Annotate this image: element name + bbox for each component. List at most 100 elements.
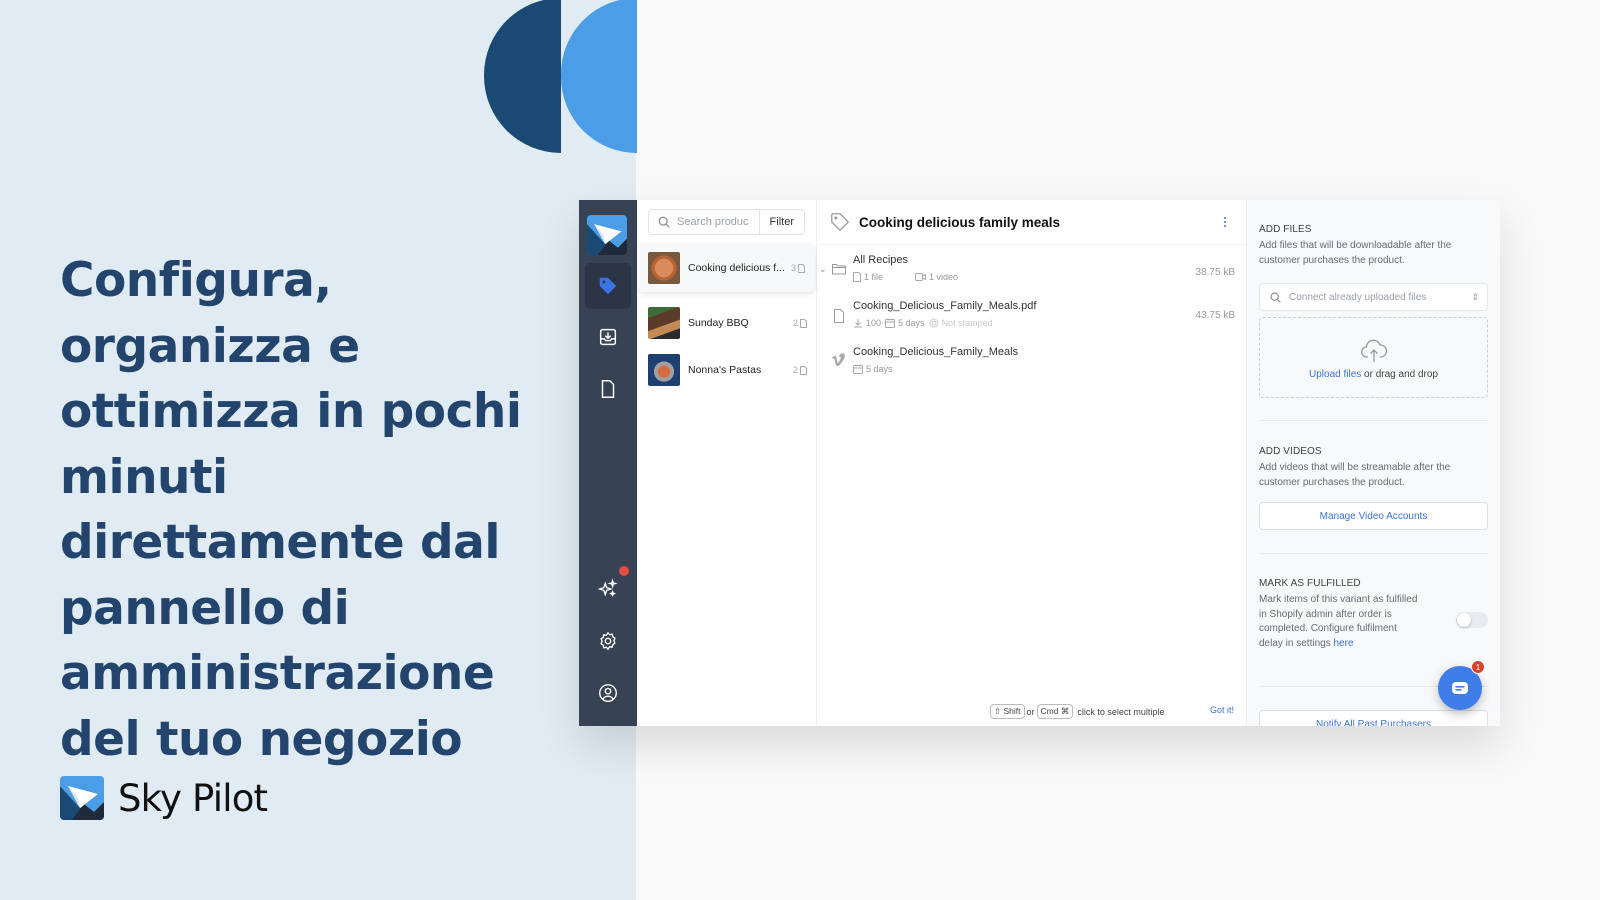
shift-key: ⇧ Shift	[990, 704, 1025, 719]
product-item[interactable]: Cooking delicious f... 3	[637, 244, 815, 292]
brand-name: Sky Pilot	[118, 776, 268, 820]
sparkles-icon	[597, 578, 618, 598]
hint-text: click to select multiple	[1077, 706, 1165, 717]
add-videos-title: ADD VIDEOS	[1259, 446, 1322, 457]
product-thumbnail	[648, 354, 680, 386]
chevron-down-icon[interactable]: ⌄	[819, 264, 827, 275]
notification-dot	[619, 566, 629, 576]
upload-files-link[interactable]: Upload files	[1309, 369, 1361, 380]
mark-fulfilled-toggle[interactable]	[1456, 612, 1488, 628]
product-search[interactable]: Search produc Filter	[648, 209, 805, 235]
product-header: Cooking delicious family meals	[817, 200, 1246, 245]
manage-video-accounts-button[interactable]: Manage Video Accounts	[1259, 502, 1488, 530]
file-row[interactable]: Cooking_Delicious_Family_Meals 5 days	[817, 344, 1247, 380]
product-file-count: 2	[793, 365, 807, 375]
expiry: 5 days	[885, 318, 925, 328]
product-item[interactable]: Sunday BBQ 2	[637, 299, 817, 347]
hint-or: or	[1026, 706, 1035, 717]
file-row[interactable]: Cooking_Delicious_Family_Meals.pdf 100 5…	[817, 298, 1247, 338]
product-list-panel: Search produc Filter Cooking delicious f…	[637, 200, 817, 726]
file-name: Cooking_Delicious_Family_Meals.pdf	[853, 300, 1037, 312]
tag-icon	[599, 277, 617, 295]
product-files-panel: Cooking delicious family meals ⌄ All Rec…	[817, 200, 1247, 726]
divider	[1259, 420, 1488, 421]
download-icon	[854, 319, 862, 328]
file-icon	[601, 380, 615, 398]
cloud-upload-icon	[1360, 339, 1387, 362]
product-title: Cooking delicious family meals	[859, 214, 1061, 230]
user-circle-icon	[599, 684, 617, 702]
brand: Sky Pilot	[60, 776, 268, 820]
product-thumbnail	[648, 252, 680, 284]
search-icon	[1270, 291, 1281, 303]
product-thumbnail	[648, 307, 680, 339]
mark-fulfilled-section: MARK AS FULFILLED Mark items of this var…	[1259, 578, 1419, 651]
gear-icon	[600, 631, 616, 651]
app-nav	[579, 200, 637, 726]
calendar-icon	[885, 318, 896, 328]
video-count: 1 video	[915, 272, 958, 282]
product-item[interactable]: Nonna's Pastas 2	[637, 346, 817, 394]
upload-drag-text: or drag and drop	[1361, 369, 1438, 380]
add-files-section: ADD FILES Add files that will be downloa…	[1259, 224, 1489, 268]
divider	[1259, 553, 1488, 554]
expiry: 5 days	[853, 364, 893, 374]
more-options-icon[interactable]	[1224, 217, 1228, 227]
calendar-icon	[853, 364, 863, 374]
connect-files-placeholder: Connect already uploaded files	[1289, 291, 1427, 303]
dismiss-hint-link[interactable]: Got it!	[1210, 705, 1234, 715]
folder-meta: 1 file 1 video	[853, 272, 958, 282]
upload-text: Upload files or drag and drop	[1309, 369, 1438, 380]
video-meta: 5 days	[853, 364, 893, 374]
settings-panel: ADD FILES Add files that will be downloa…	[1247, 200, 1500, 726]
app-window: Search produc Filter Cooking delicious f…	[579, 200, 1500, 726]
product-file-count: 3	[791, 263, 805, 273]
search-icon	[658, 216, 670, 228]
file-count: 1 file	[853, 272, 883, 282]
file-icon	[798, 263, 805, 273]
nav-item-orders[interactable]	[585, 314, 631, 360]
file-meta: 100 5 days Not stamped	[853, 318, 993, 328]
nav-item-settings[interactable]	[585, 618, 631, 664]
product-name: Cooking delicious f...	[688, 262, 785, 274]
file-icon	[800, 365, 807, 375]
file-icon	[800, 318, 807, 328]
nav-item-account[interactable]	[585, 670, 631, 716]
sky-pilot-logo-icon	[60, 776, 104, 820]
nav-item-products[interactable]	[585, 263, 631, 309]
mark-fulfilled-desc: Mark items of this variant as fulfilled …	[1259, 594, 1418, 649]
file-icon	[834, 309, 844, 323]
file-size: 43.75 kB	[1195, 310, 1235, 321]
file-icon	[853, 272, 861, 282]
product-name: Nonna's Pastas	[688, 364, 762, 376]
filter-button[interactable]: Filter	[758, 210, 804, 234]
nav-item-files[interactable]	[585, 366, 631, 412]
video-icon	[915, 273, 927, 281]
chat-badge: 1	[1471, 660, 1485, 674]
product-name: Sunday BBQ	[688, 317, 749, 329]
fingerprint-icon	[929, 318, 939, 328]
connect-files-select[interactable]: Connect already uploaded files ⇕	[1259, 283, 1488, 311]
mark-fulfilled-title: MARK AS FULFILLED	[1259, 578, 1361, 589]
search-input[interactable]: Search produc	[677, 216, 757, 228]
select-arrows-icon: ⇕	[1471, 291, 1479, 302]
add-files-desc: Add files that will be downloadable afte…	[1259, 240, 1452, 266]
folder-icon	[832, 264, 846, 275]
app-logo-icon[interactable]	[587, 215, 627, 255]
video-name: Cooking_Delicious_Family_Meals	[853, 346, 1019, 358]
add-videos-desc: Add videos that will be streamable after…	[1259, 462, 1451, 488]
settings-here-link[interactable]: here	[1334, 638, 1354, 649]
stamp-status: Not stamped	[929, 318, 993, 328]
product-file-count: 2	[793, 318, 807, 328]
folder-name: All Recipes	[853, 254, 909, 266]
notify-past-purchasers-button[interactable]: Notify All Past Purchasers	[1259, 710, 1488, 726]
file-row-folder[interactable]: ⌄ All Recipes 1 file 1 video 38.75 kB	[817, 252, 1247, 292]
vimeo-icon	[832, 353, 845, 367]
add-videos-section: ADD VIDEOS Add videos that will be strea…	[1259, 446, 1489, 490]
upload-dropzone[interactable]: Upload files or drag and drop	[1259, 317, 1488, 398]
add-files-title: ADD FILES	[1259, 224, 1312, 235]
multi-select-hint: ⇧ Shift or Cmd ⌘ click to select multipl…	[990, 704, 1164, 719]
folder-size: 38.75 kB	[1195, 267, 1235, 278]
inbox-download-icon	[599, 328, 617, 346]
download-count: 100	[853, 318, 881, 328]
